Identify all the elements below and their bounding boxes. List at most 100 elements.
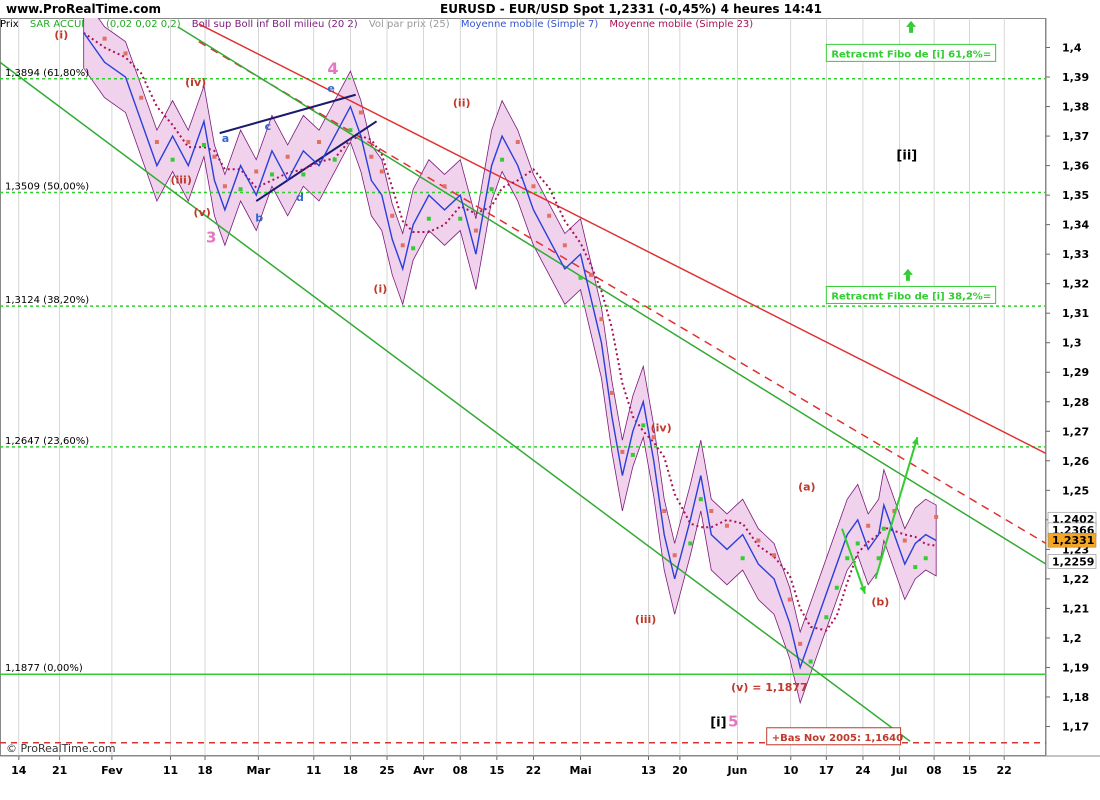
sar-dot (672, 553, 677, 558)
sar-dot (531, 184, 536, 189)
wave-label: (iv) (185, 76, 206, 89)
x-tick-label: Mar (246, 764, 270, 777)
price-tag-label: 1,2331 (1052, 534, 1094, 547)
sar-dot (458, 216, 463, 221)
fibo-level-label: 1,2647 (23,60%) (5, 436, 89, 447)
x-tick-label: 13 (641, 764, 656, 777)
fibo-level-label: 1,3124 (38,20%) (5, 295, 89, 306)
sar-dot (358, 110, 363, 115)
x-tick-label: 24 (855, 764, 871, 777)
x-tick-label: 11 (306, 764, 321, 777)
sar-dot (756, 538, 761, 543)
wave-label: a (222, 132, 229, 145)
y-tick-label: 1,26 (1062, 455, 1089, 468)
wave-label: 3 (206, 228, 216, 246)
wave-label: (iii) (635, 613, 656, 626)
sar-dot (515, 139, 520, 144)
x-tick-label: 08 (926, 764, 941, 777)
sar-dot (332, 157, 337, 162)
sar-dot (369, 154, 374, 159)
x-tick-label: 22 (997, 764, 1012, 777)
watermark: © ProRealTime.com (6, 742, 116, 755)
y-tick-label: 1,36 (1062, 160, 1089, 173)
y-tick-label: 1,28 (1062, 396, 1089, 409)
wave-label: (v) = 1,1877 (731, 681, 808, 694)
x-tick-label: 14 (11, 764, 27, 777)
sar-dot (855, 541, 860, 546)
sar-dot (641, 423, 646, 428)
sar-dot (845, 556, 850, 561)
price-tag-label: 1,2259 (1052, 555, 1094, 568)
x-tick-label: 11 (163, 764, 178, 777)
x-tick-label: 15 (962, 764, 977, 777)
y-tick-label: 1,39 (1062, 71, 1089, 84)
x-tick-label: Avr (413, 764, 434, 777)
sar-dot (709, 508, 714, 513)
sar-dot (688, 541, 693, 546)
annotation-box-text: Retracmt Fibo de [i] 38,2%= (831, 291, 991, 302)
y-tick-label: 1,38 (1062, 101, 1089, 114)
sar-dot (426, 216, 431, 221)
sar-dot (620, 449, 625, 454)
sar-dot (390, 213, 395, 218)
fibo-level-label: 1,1877 (0,00%) (5, 663, 83, 674)
wave-label: d (296, 191, 304, 204)
y-tick-label: 1,34 (1062, 219, 1089, 232)
y-tick-label: 1,25 (1062, 484, 1089, 497)
sar-dot (698, 497, 703, 502)
sar-dot (808, 659, 813, 664)
sar-dot (787, 597, 792, 602)
sar-dot (740, 556, 745, 561)
sar-dot (902, 538, 907, 543)
wave-label: b (255, 212, 263, 225)
sar-dot (186, 139, 191, 144)
wave-label: c (265, 120, 272, 133)
sar-dot (834, 585, 839, 590)
sar-dot (724, 523, 729, 528)
sar-dot (547, 213, 552, 218)
wave-label: (a) (798, 480, 815, 493)
x-tick-label: Jul (891, 764, 908, 777)
sar-dot (317, 139, 322, 144)
sar-dot (500, 157, 505, 162)
channel-line-red (198, 23, 1046, 455)
sar-dot (285, 154, 290, 159)
sar-dot (913, 565, 918, 570)
up-arrow-marker (902, 268, 913, 275)
y-tick-label: 1,19 (1062, 661, 1089, 674)
wave-label: e (327, 82, 334, 95)
sar-dot (824, 615, 829, 620)
wave-label: (ii) (453, 97, 471, 110)
wave-label: [ii] (896, 149, 917, 164)
sar-dot (348, 128, 353, 133)
sar-dot (609, 390, 614, 395)
wave-label: (i) (373, 283, 387, 296)
x-tick-label: 20 (672, 764, 688, 777)
y-tick-label: 1,22 (1062, 573, 1089, 586)
sar-dot (866, 523, 871, 528)
sar-dot (562, 243, 567, 248)
price-chart[interactable]: 1,171,181,191,21,211,221,231,241,251,261… (0, 0, 1100, 800)
sar-dot (489, 187, 494, 192)
x-tick-label: 18 (197, 764, 212, 777)
y-tick-label: 1,27 (1062, 425, 1089, 438)
sar-dot (798, 641, 803, 646)
x-tick-label: Fev (101, 764, 124, 777)
x-tick-label: 10 (783, 764, 799, 777)
sar-dot (254, 169, 259, 174)
sar-dot (923, 556, 928, 561)
y-tick-label: 1,33 (1062, 248, 1089, 261)
sar-dot (201, 142, 206, 147)
wave-label: (b) (871, 595, 889, 608)
sar-dot (301, 172, 306, 177)
sar-dot (876, 556, 881, 561)
y-tick-label: 1,29 (1062, 366, 1089, 379)
sar-dot (934, 514, 939, 519)
y-tick-label: 1,31 (1062, 307, 1089, 320)
y-tick-label: 1,32 (1062, 278, 1089, 291)
y-tick-label: 1,35 (1062, 189, 1089, 202)
annotation-box-text: Retracmt Fibo de [i] 61,8%= (831, 49, 991, 60)
wave-label: 5 (728, 712, 738, 730)
sar-dot (170, 157, 175, 162)
wave-label: (iv) (651, 421, 672, 434)
